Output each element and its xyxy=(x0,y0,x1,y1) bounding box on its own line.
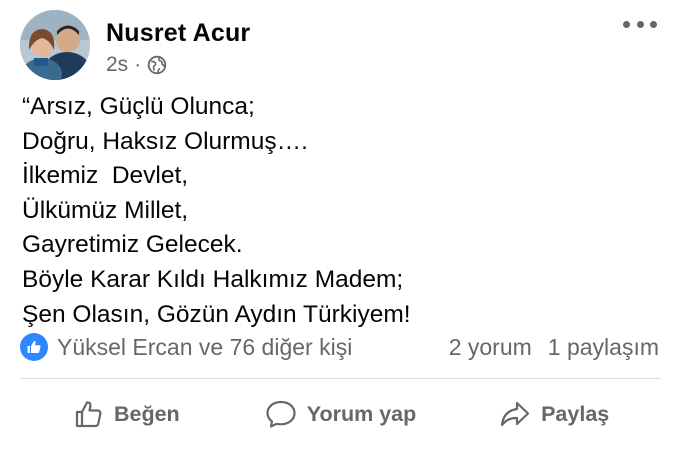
more-options-button[interactable] xyxy=(623,14,657,34)
author-avatar[interactable] xyxy=(20,10,90,80)
comment-bubble-icon xyxy=(266,400,296,428)
post-text: “Arsız, Güçlü Olunca; Doğru, Haksız Olur… xyxy=(22,90,662,332)
post-meta: 2s · xyxy=(106,53,167,77)
ellipsis-icon xyxy=(650,20,657,28)
post-text-line: İlkemiz Devlet, xyxy=(22,162,189,190)
share-button[interactable]: Paylaş xyxy=(447,388,661,440)
meta-separator: · xyxy=(134,53,142,76)
avatar-image xyxy=(20,10,90,80)
like-reaction-icon[interactable] xyxy=(20,333,48,361)
globe-icon xyxy=(147,55,167,75)
reactions-summary[interactable]: Yüksel Ercan ve 76 diğer kişi xyxy=(57,334,352,361)
post-text-line: “Arsız, Güçlü Olunca; xyxy=(22,93,255,120)
facebook-post: Nusret Acur 2s · “Arsız, Güçlü Olunca; D… xyxy=(0,0,681,450)
post-text-line: Gayretimiz Gelecek. xyxy=(22,231,243,259)
comment-count[interactable]: 2 yorum xyxy=(449,334,532,361)
post-actions: Beğen Yorum yap Paylaş xyxy=(20,388,661,440)
post-stats: Yüksel Ercan ve 76 diğer kişi 2 yorum 1 … xyxy=(20,330,665,364)
post-text-line: Böyle Karar Kıldı Halkımız Madem; xyxy=(22,265,404,293)
post-text-line: Doğru, Haksız Olurmuş…. xyxy=(22,127,308,155)
thumbs-up-icon xyxy=(75,401,102,428)
ellipsis-icon xyxy=(636,20,644,28)
post-timestamp[interactable]: 2s xyxy=(106,53,128,77)
divider xyxy=(20,378,661,379)
comment-button-label: Yorum yap xyxy=(306,401,417,426)
share-arrow-icon xyxy=(500,401,530,427)
post-header: Nusret Acur 2s · xyxy=(20,10,665,80)
comment-button[interactable]: Yorum yap xyxy=(234,388,448,440)
post-text-line: Ülkümüz Millet, xyxy=(22,196,189,224)
author-name[interactable]: Nusret Acur xyxy=(106,19,250,48)
share-count[interactable]: 1 paylaşım xyxy=(548,334,659,361)
ellipsis-icon xyxy=(623,20,630,28)
engagement-counts: 2 yorum 1 paylaşım xyxy=(449,334,665,361)
post-text-line: Şen Olasın, Gözün Aydın Türkiyem! xyxy=(22,300,411,328)
share-button-label: Paylaş xyxy=(541,401,610,426)
like-button[interactable]: Beğen xyxy=(20,388,234,440)
like-button-label: Beğen xyxy=(113,401,180,426)
